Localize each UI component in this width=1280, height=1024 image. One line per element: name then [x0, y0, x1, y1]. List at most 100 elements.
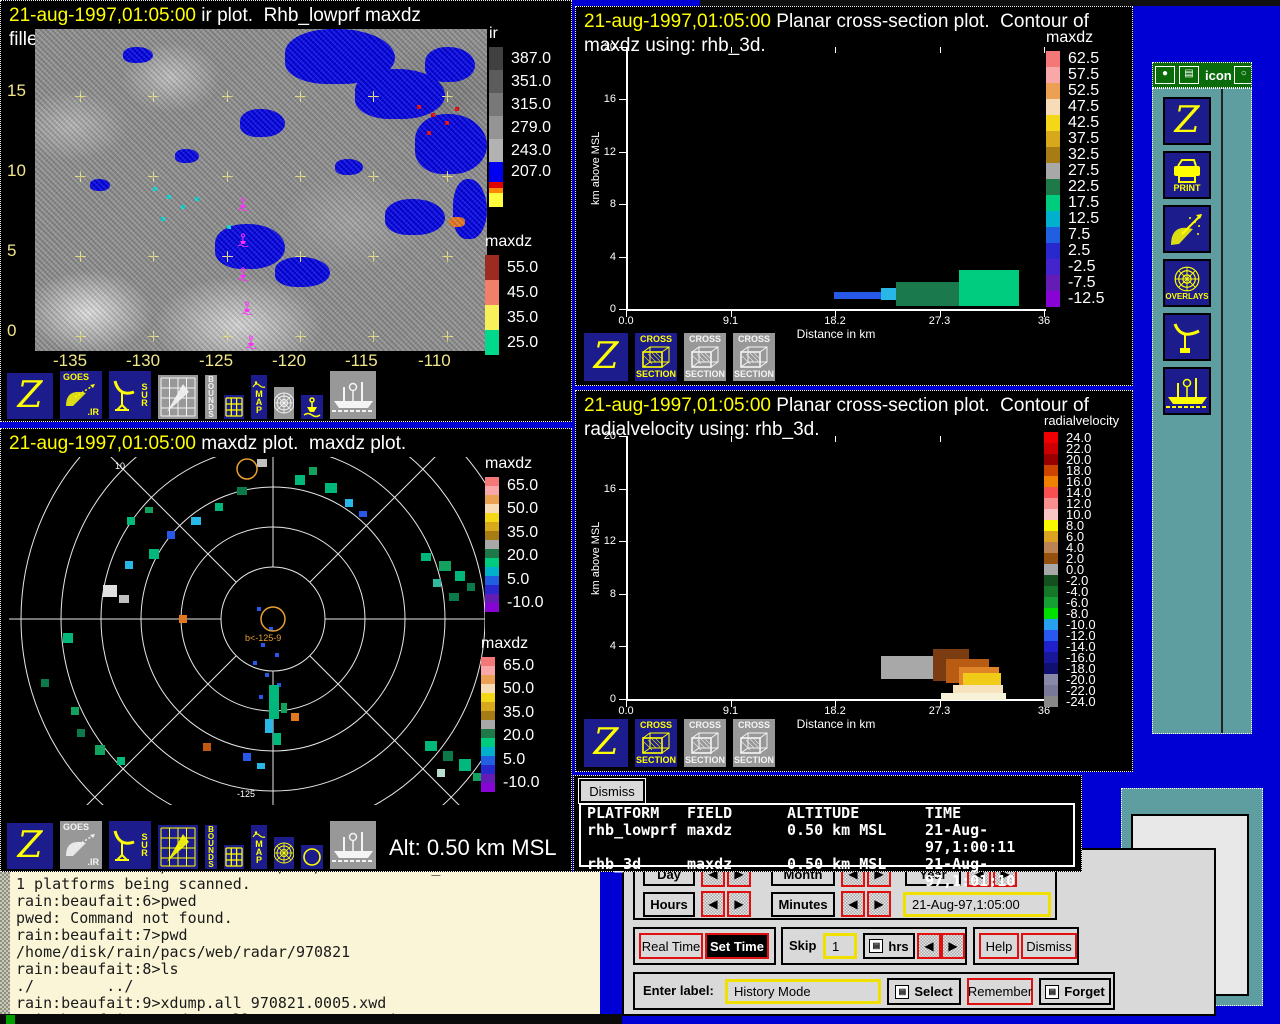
- ship-icon[interactable]: [1163, 367, 1211, 415]
- colorbar-segment: [485, 558, 499, 567]
- remember-button[interactable]: Remember: [967, 978, 1033, 1005]
- ir-panel-toolbar: ZGOES .IR S U R B O U N D S M A P: [5, 369, 378, 421]
- colorbar-segment: [481, 720, 495, 729]
- cross-section-plot[interactable]: km above MSLDistance in km2016128400.09.…: [626, 436, 1046, 701]
- skip-forward-button[interactable]: ▶: [941, 933, 965, 959]
- colorbar-tick-label: -7.5: [1068, 275, 1104, 291]
- y-tick: [619, 489, 626, 490]
- bounds-icon[interactable]: B O U N D S: [203, 373, 219, 421]
- colorbar-tick-label: 35.0: [503, 704, 539, 722]
- cross-section-icon[interactable]: CROSS SECTION: [731, 717, 777, 769]
- cross-section-icon-active[interactable]: CROSS SECTION: [633, 717, 679, 769]
- goes-ir-icon[interactable]: GOES .IR: [58, 819, 104, 871]
- table-cell: TIME: [925, 805, 1073, 822]
- set-time-button[interactable]: Set Time: [705, 933, 769, 959]
- overlays-icon[interactable]: OVERLAYS: [1163, 259, 1211, 307]
- x-axis-tick-label: -135: [53, 351, 87, 371]
- grid-icon[interactable]: [222, 393, 246, 421]
- forget-button[interactable]: ▤Forget: [1039, 978, 1111, 1005]
- ship-icon[interactable]: [328, 369, 378, 421]
- surveillance-radar-icon[interactable]: S U R: [107, 819, 153, 871]
- buoy-glyph: [302, 396, 322, 418]
- radar-antenna-icon[interactable]: [1163, 313, 1211, 361]
- hours-button[interactable]: Hours: [643, 892, 695, 917]
- colorbar-segment: [1044, 641, 1058, 652]
- hours-decrement-button[interactable]: ◀: [701, 891, 725, 917]
- time-value-field[interactable]: 21-Aug-97,1:05:00: [903, 892, 1051, 917]
- minutes-increment-button[interactable]: ▶: [867, 891, 891, 917]
- grid-glyph: [225, 847, 243, 867]
- ir-plot-panel: 21-aug-1997,01:05:00 ir plot. Rhb_lowprf…: [0, 0, 572, 422]
- hours-increment-button[interactable]: ▶: [727, 891, 751, 917]
- z-logo-icon[interactable]: Z: [582, 717, 630, 769]
- colorbar-segment: [489, 162, 503, 182]
- help-button[interactable]: Help: [979, 933, 1019, 959]
- time-mode-frame: Real Time Set Time: [633, 927, 776, 965]
- radar-ppi-display[interactable]: b<-125-910-125: [7, 457, 485, 805]
- grid-cross-icon: [148, 91, 159, 102]
- grid-radar-icon[interactable]: [156, 823, 200, 871]
- grid-radar-glyph: [159, 826, 197, 868]
- cube-glyph: [640, 344, 672, 370]
- satellite-beam-icon[interactable]: [1163, 205, 1211, 253]
- colorbar-tick-label: 47.5: [1068, 99, 1104, 115]
- hrs-menu-button[interactable]: ▤hrs: [863, 933, 915, 959]
- cross-section-icon[interactable]: CROSS SECTION: [682, 717, 728, 769]
- print-icon[interactable]: PRINT: [1163, 151, 1211, 199]
- colorbar-tick-label: 35.0: [507, 305, 538, 330]
- bounds-icon[interactable]: B O U N D S: [203, 823, 219, 871]
- table-cell: 21-Aug-97,1:01:10: [925, 856, 1073, 890]
- select-button[interactable]: ▤Select: [887, 978, 961, 1005]
- terminal-line: rain:beaufait:9>xdump.all 970821.0005.xw…: [16, 995, 459, 1012]
- svg-text:-125: -125: [237, 789, 255, 799]
- circle-icon[interactable]: [299, 843, 325, 871]
- skip-value-field[interactable]: 1: [823, 933, 857, 959]
- minutes-button[interactable]: Minutes: [771, 892, 835, 917]
- table-cell: maxdz: [687, 822, 787, 856]
- grid-radar-icon[interactable]: [156, 373, 200, 421]
- y-tick: [619, 436, 626, 437]
- cross-section-icon-active[interactable]: CROSS SECTION: [633, 331, 679, 383]
- z-logo-icon[interactable]: Z: [5, 371, 55, 421]
- y-tick-label: 8: [610, 588, 616, 600]
- station-marker: [153, 187, 157, 191]
- map-icon[interactable]: M A P: [249, 823, 269, 871]
- satellite-image[interactable]: [35, 29, 487, 351]
- real-time-button[interactable]: Real Time: [639, 933, 703, 959]
- table-cell: FIELD: [687, 805, 787, 822]
- y-tick: [619, 257, 626, 258]
- label-value-field[interactable]: History Mode: [725, 979, 881, 1004]
- window-menu-icon[interactable]: ●: [1155, 66, 1175, 84]
- cloud-blob: [123, 47, 153, 63]
- dismiss-button[interactable]: Dismiss: [1021, 933, 1077, 959]
- web-overlay-icon[interactable]: [272, 385, 296, 421]
- terminal-scrollbar[interactable]: [0, 872, 10, 1014]
- buoy-marker-icon: [237, 233, 249, 247]
- z-logo-icon[interactable]: Z: [582, 331, 630, 383]
- menu-list-icon: ▤: [869, 939, 883, 953]
- cross-section-icon[interactable]: CROSS SECTION: [682, 331, 728, 383]
- grid-cross-icon: [442, 91, 453, 102]
- window-minimize-icon[interactable]: ○: [1234, 66, 1252, 84]
- surveillance-radar-icon[interactable]: S U R: [107, 369, 153, 421]
- colorbar-segment: [481, 729, 495, 738]
- map-icon[interactable]: M A P: [249, 373, 269, 421]
- terminal-window[interactable]: rain:beaufait:5>/zeb50.2.5o12/bin/dsresc…: [0, 872, 600, 1014]
- grid-icon[interactable]: [222, 843, 246, 871]
- dismiss-button[interactable]: Dismiss: [579, 779, 645, 803]
- z-logo-icon[interactable]: Z: [1163, 97, 1211, 145]
- x-axis-tick-label: -125: [199, 351, 233, 371]
- buoy-icon[interactable]: [299, 393, 325, 421]
- circle-glyph: [302, 847, 322, 867]
- ship-icon[interactable]: [328, 819, 378, 871]
- minutes-decrement-button[interactable]: ◀: [841, 891, 865, 917]
- colorbar-tick-label: 45.0: [507, 280, 538, 305]
- cross-section-icon[interactable]: CROSS SECTION: [731, 331, 777, 383]
- skip-back-button[interactable]: ◀: [917, 933, 941, 959]
- z-logo-icon[interactable]: Z: [5, 821, 55, 871]
- window-doc-icon[interactable]: ▤: [1179, 66, 1199, 84]
- goes-ir-icon[interactable]: GOES .IR: [58, 369, 104, 421]
- web-overlay-icon[interactable]: [272, 835, 296, 871]
- cross-section-plot[interactable]: km above MSLDistance in km2016128400.09.…: [626, 47, 1046, 311]
- x-axis-label: Distance in km: [797, 327, 876, 341]
